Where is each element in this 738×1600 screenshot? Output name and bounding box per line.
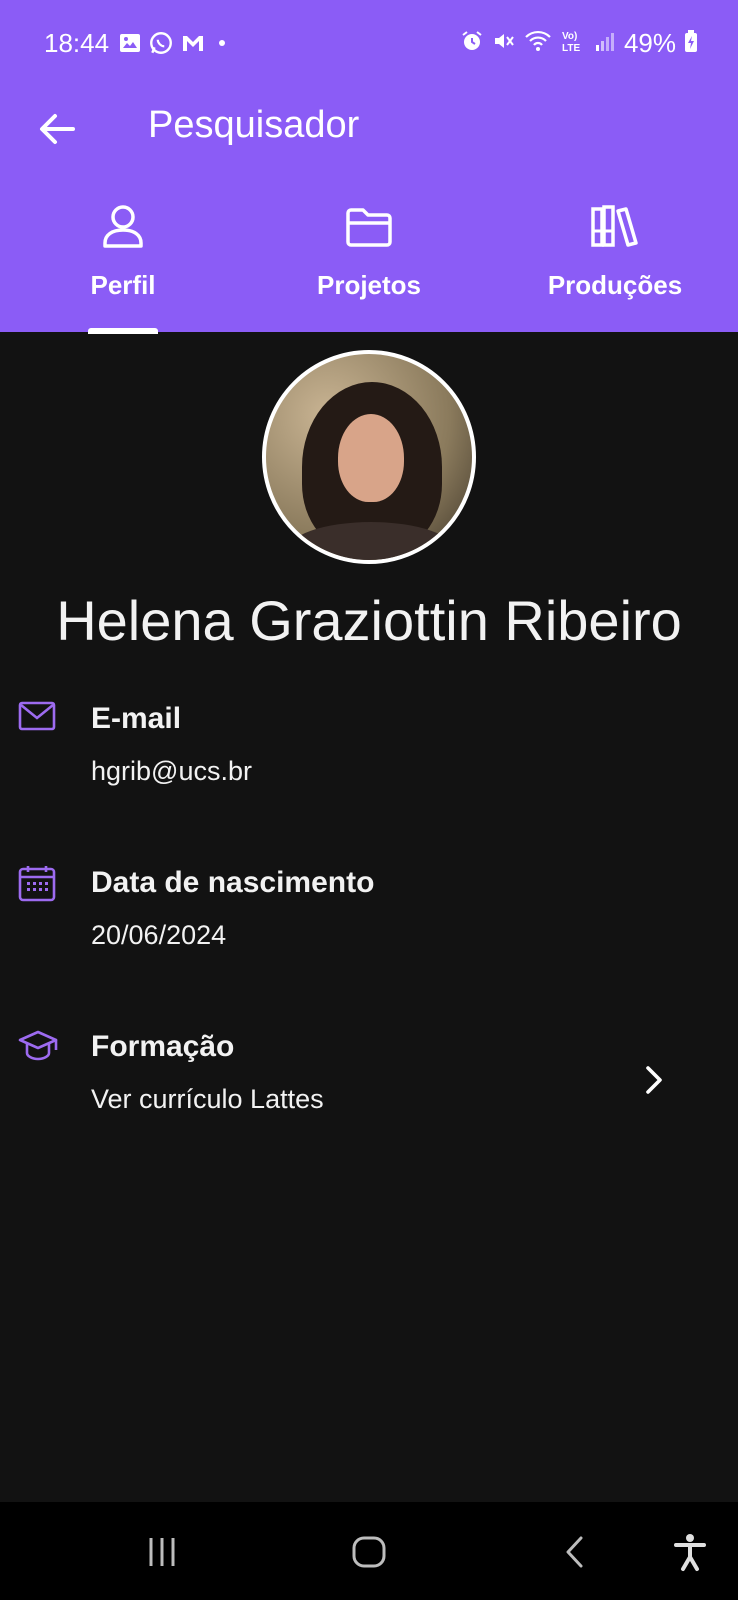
arrow-left-icon	[40, 114, 75, 144]
system-nav-bar	[0, 1502, 738, 1600]
email-row: E-mail hgrib@ucs.br	[0, 696, 738, 796]
researcher-name: Helena Graziottin Ribeiro	[56, 589, 682, 652]
email-title: E-mail	[91, 702, 182, 735]
education-value: Ver currículo Lattes	[91, 1084, 324, 1114]
tab-perfil-label: Perfil	[90, 270, 156, 300]
avatar-face	[338, 414, 404, 502]
tab-bar: Perfil Projetos Produções	[0, 200, 738, 334]
birthdate-title: Data de nascimento	[91, 866, 375, 899]
accessibility-button[interactable]	[666, 1528, 714, 1576]
back-icon	[566, 1536, 583, 1568]
volte-icon: Vo) LTE	[560, 28, 586, 59]
calendar-icon	[18, 864, 56, 902]
back-button[interactable]	[34, 106, 80, 152]
books-icon	[590, 200, 640, 252]
education-row[interactable]: Formação Ver currículo Lattes	[0, 1024, 738, 1124]
folder-icon	[344, 200, 394, 252]
email-value: hgrib@ucs.br	[91, 756, 252, 786]
whatsapp-icon	[148, 30, 174, 61]
gmail-icon	[180, 31, 206, 60]
dot-icon	[212, 33, 232, 58]
birthdate-row: Data de nascimento 20/06/2024	[0, 860, 738, 960]
status-notification-icons	[118, 30, 232, 61]
birthdate-value: 20/06/2024	[91, 920, 227, 950]
image-icon	[118, 31, 142, 60]
avatar	[262, 350, 476, 564]
home-button[interactable]	[345, 1528, 393, 1576]
tab-perfil[interactable]: Perfil	[0, 200, 246, 332]
mute-icon	[492, 29, 516, 58]
person-icon	[100, 200, 146, 252]
alarm-icon	[460, 29, 484, 58]
recent-apps-button[interactable]	[138, 1528, 186, 1576]
accessibility-icon	[674, 1534, 706, 1571]
tab-projetos[interactable]: Projetos	[246, 200, 492, 332]
tab-selected-indicator	[88, 328, 158, 334]
wifi-icon	[524, 29, 552, 58]
svg-text:LTE: LTE	[562, 43, 580, 54]
education-title: Formação	[91, 1030, 235, 1063]
status-bar: 18:44 Vo) LTE 49%	[0, 0, 738, 90]
status-time: 18:44	[44, 28, 110, 58]
avatar-shoulders	[286, 522, 456, 560]
mail-icon	[18, 700, 56, 738]
status-system-icons: Vo) LTE 49%	[460, 28, 698, 59]
app-bar: Pesquisador	[0, 90, 738, 170]
tab-producoes[interactable]: Produções	[492, 200, 738, 332]
home-icon	[352, 1536, 386, 1568]
tab-projetos-label: Projetos	[316, 270, 422, 300]
recent-apps-icon	[149, 1538, 175, 1566]
signal-icon	[594, 29, 616, 58]
chevron-right-icon[interactable]	[638, 1060, 668, 1100]
graduation-cap-icon	[18, 1028, 58, 1066]
app-header: 18:44 Vo) LTE 49% Pesquisador Perfil Pro…	[0, 0, 738, 334]
battery-percent: 49%	[623, 28, 676, 58]
battery-icon	[684, 29, 698, 58]
nav-back-button[interactable]	[552, 1528, 600, 1576]
page-title: Pesquisador	[148, 104, 360, 146]
svg-text:Vo): Vo)	[562, 31, 577, 42]
tab-producoes-label: Produções	[547, 270, 683, 300]
